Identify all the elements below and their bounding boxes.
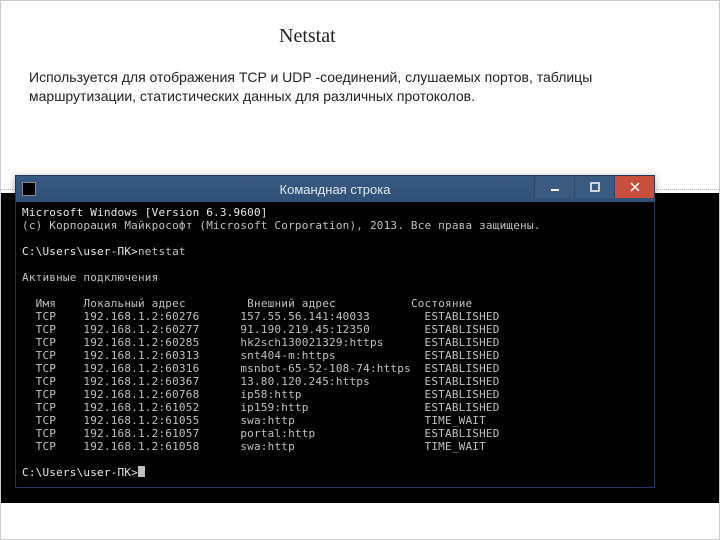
slide: Netstat Используется для отображения TCP… bbox=[0, 0, 720, 540]
page-title: Netstat bbox=[279, 25, 691, 48]
prompt-2: C:\Users\user-ПК> bbox=[22, 466, 138, 479]
page-description: Используется для отображения TCP и UDP -… bbox=[29, 68, 649, 106]
maximize-icon bbox=[590, 182, 600, 192]
table-header-row: Имя Локальный адрес Внешний адрес Состоя… bbox=[22, 297, 472, 310]
terminal-output[interactable]: Microsoft Windows [Version 6.3.9600] (c)… bbox=[16, 202, 654, 487]
window-titlebar[interactable]: Командная строка bbox=[16, 176, 654, 202]
window-buttons bbox=[534, 176, 654, 198]
minimize-button[interactable] bbox=[534, 176, 574, 198]
prompt-1: C:\Users\user-ПК> bbox=[22, 245, 138, 258]
cursor bbox=[138, 466, 145, 477]
cmd-icon bbox=[22, 182, 36, 196]
close-button[interactable] bbox=[614, 176, 654, 198]
close-icon bbox=[630, 182, 640, 192]
minimize-icon bbox=[550, 182, 560, 192]
active-connections-header: Активные подключения bbox=[22, 271, 158, 284]
connection-rows: TCP 192.168.1.2:60276 157.55.56.141:4003… bbox=[22, 310, 648, 453]
maximize-button[interactable] bbox=[574, 176, 614, 198]
version-line: Microsoft Windows [Version 6.3.9600] bbox=[22, 206, 268, 219]
entered-command: netstat bbox=[138, 245, 186, 258]
copyright-line: (c) Корпорация Майкрософт (Microsoft Cor… bbox=[22, 219, 541, 232]
cmd-window: Командная строка Microsoft Windows [Vers… bbox=[15, 175, 655, 488]
